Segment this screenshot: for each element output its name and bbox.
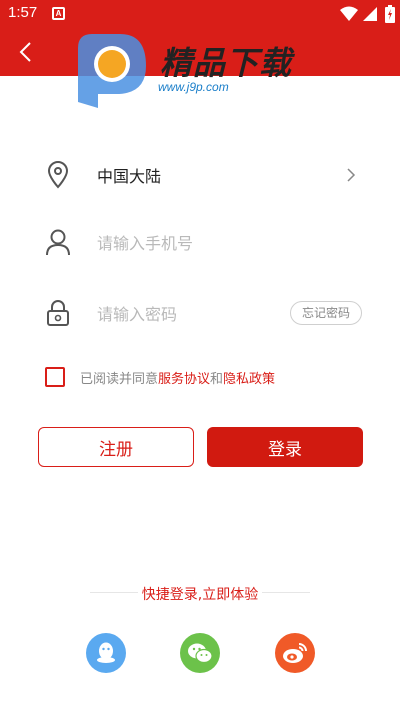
quick-login-label: 快捷登录,立即体验 [141, 587, 259, 603]
agreement-prefix: 已阅读并同意 [80, 371, 159, 387]
password-input[interactable]: 请输入密码 [97, 301, 177, 325]
register-button[interactable]: 注册 [38, 427, 194, 467]
quick-login-divider: 快捷登录,立即体验 [90, 582, 310, 604]
status-bar: 1:57 A [0, 0, 400, 28]
back-button[interactable] [14, 40, 38, 64]
watermark-title: 精品下载 [160, 44, 293, 82]
agreement-checkbox[interactable] [45, 367, 65, 387]
status-time: 1:57 [8, 4, 38, 21]
wifi-icon [340, 6, 358, 21]
region-value: 中国大陆 [97, 167, 162, 186]
battery-icon [385, 5, 395, 23]
agreement-row: 已阅读并同意 服务协议 和 隐私政策 [45, 366, 275, 388]
agreement-conjunction: 和 [210, 371, 224, 387]
phone-field[interactable]: 请输入手机号 [44, 222, 362, 262]
weibo-login-button[interactable] [275, 633, 315, 673]
password-field[interactable]: 请输入密码 忘记密码 [44, 293, 362, 333]
forgot-password-button[interactable]: 忘记密码 [289, 301, 362, 325]
service-agreement-link[interactable]: 服务协议 [158, 368, 210, 387]
divider-line-right [262, 592, 310, 593]
chevron-right-icon [347, 168, 356, 182]
notification-icon: A [52, 7, 65, 20]
login-button[interactable]: 登录 [207, 427, 363, 467]
privacy-policy-link[interactable]: 隐私政策 [223, 368, 275, 387]
region-selector[interactable]: 中国大陆 [44, 155, 362, 195]
user-icon [44, 228, 72, 256]
signal-icon [363, 7, 377, 21]
weibo-icon [283, 643, 307, 663]
phone-input[interactable]: 请输入手机号 [97, 230, 193, 254]
wechat-icon [188, 643, 213, 664]
qq-login-button[interactable] [86, 633, 126, 673]
wechat-login-button[interactable] [180, 633, 220, 673]
location-pin-icon [44, 161, 72, 189]
qq-icon [97, 642, 115, 663]
watermark-url: www.j9p.com [158, 80, 229, 94]
lock-icon [44, 299, 72, 327]
